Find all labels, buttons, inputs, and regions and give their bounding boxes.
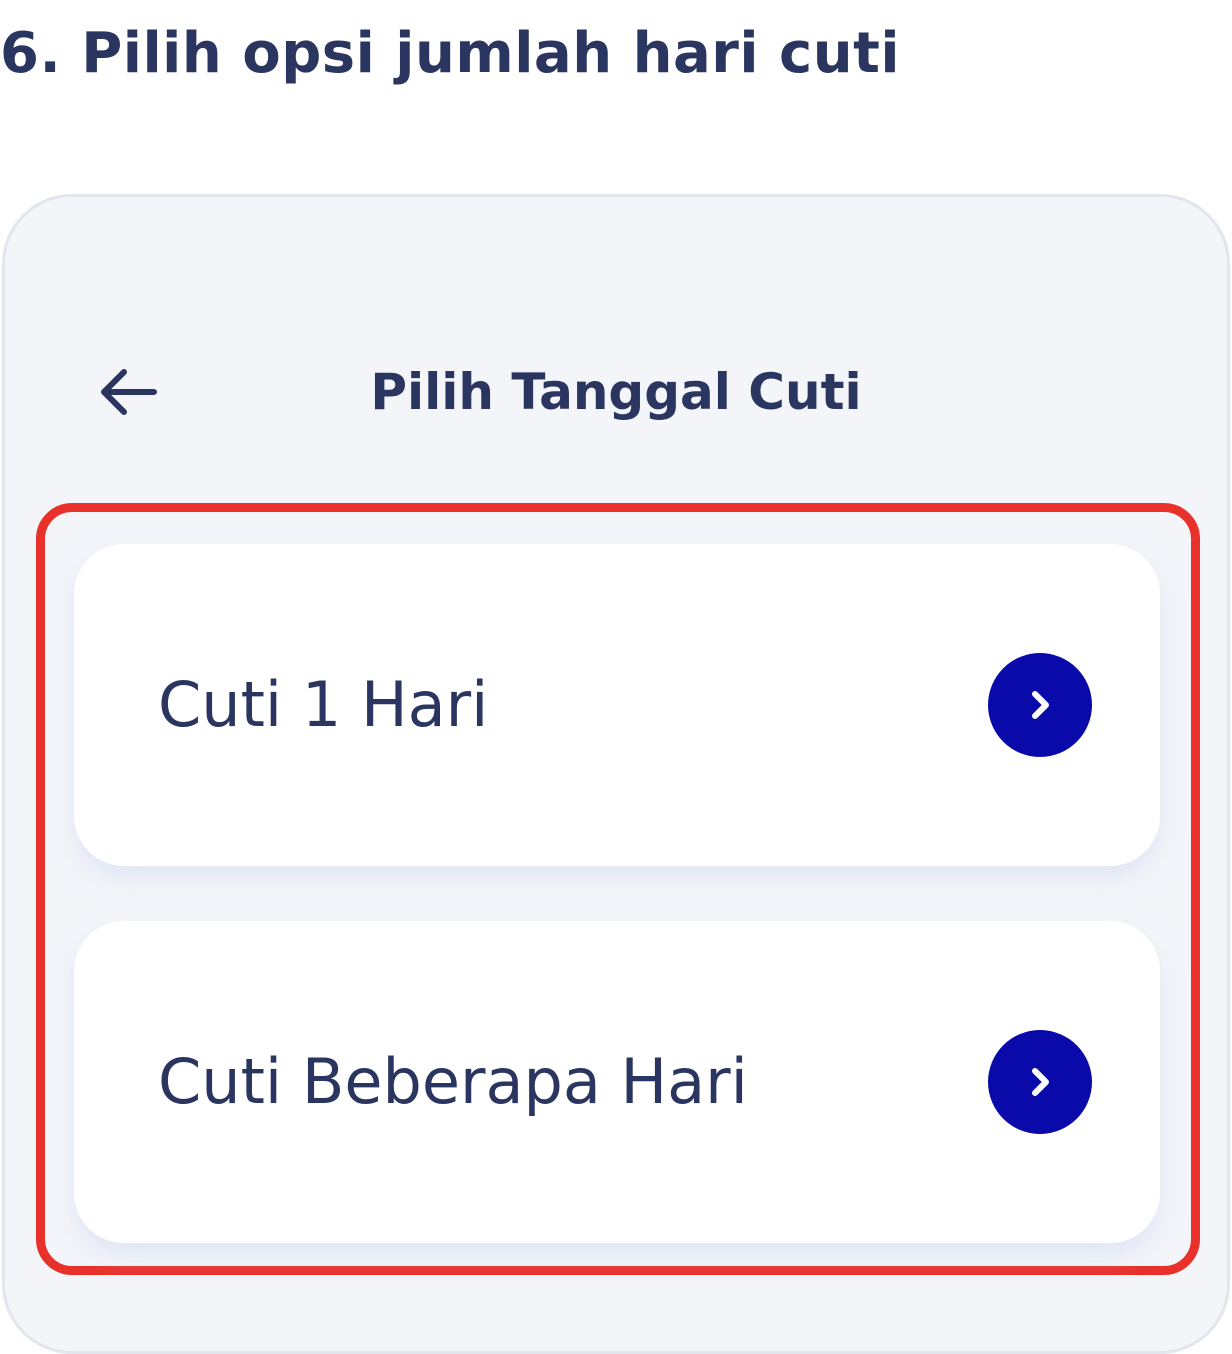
option-label: Cuti Beberapa Hari bbox=[158, 1045, 748, 1118]
option-cuti-beberapa-hari[interactable]: Cuti Beberapa Hari bbox=[74, 921, 1160, 1243]
arrow-left-icon bbox=[101, 369, 157, 415]
chevron-right-button[interactable] bbox=[988, 1030, 1092, 1134]
screen-title: Pilih Tanggal Cuti bbox=[370, 363, 862, 421]
step-heading: 6. Pilih opsi jumlah hari cuti bbox=[0, 21, 901, 86]
chevron-right-button[interactable] bbox=[988, 653, 1092, 757]
option-cuti-1-hari[interactable]: Cuti 1 Hari bbox=[74, 544, 1160, 866]
back-button[interactable] bbox=[93, 357, 163, 427]
chevron-right-icon bbox=[1032, 1068, 1049, 1096]
phone-screen: Pilih Tanggal Cuti Cuti 1 Hari Cuti Bebe… bbox=[2, 194, 1230, 1354]
chevron-right-icon bbox=[1032, 691, 1049, 719]
option-label: Cuti 1 Hari bbox=[158, 668, 489, 741]
